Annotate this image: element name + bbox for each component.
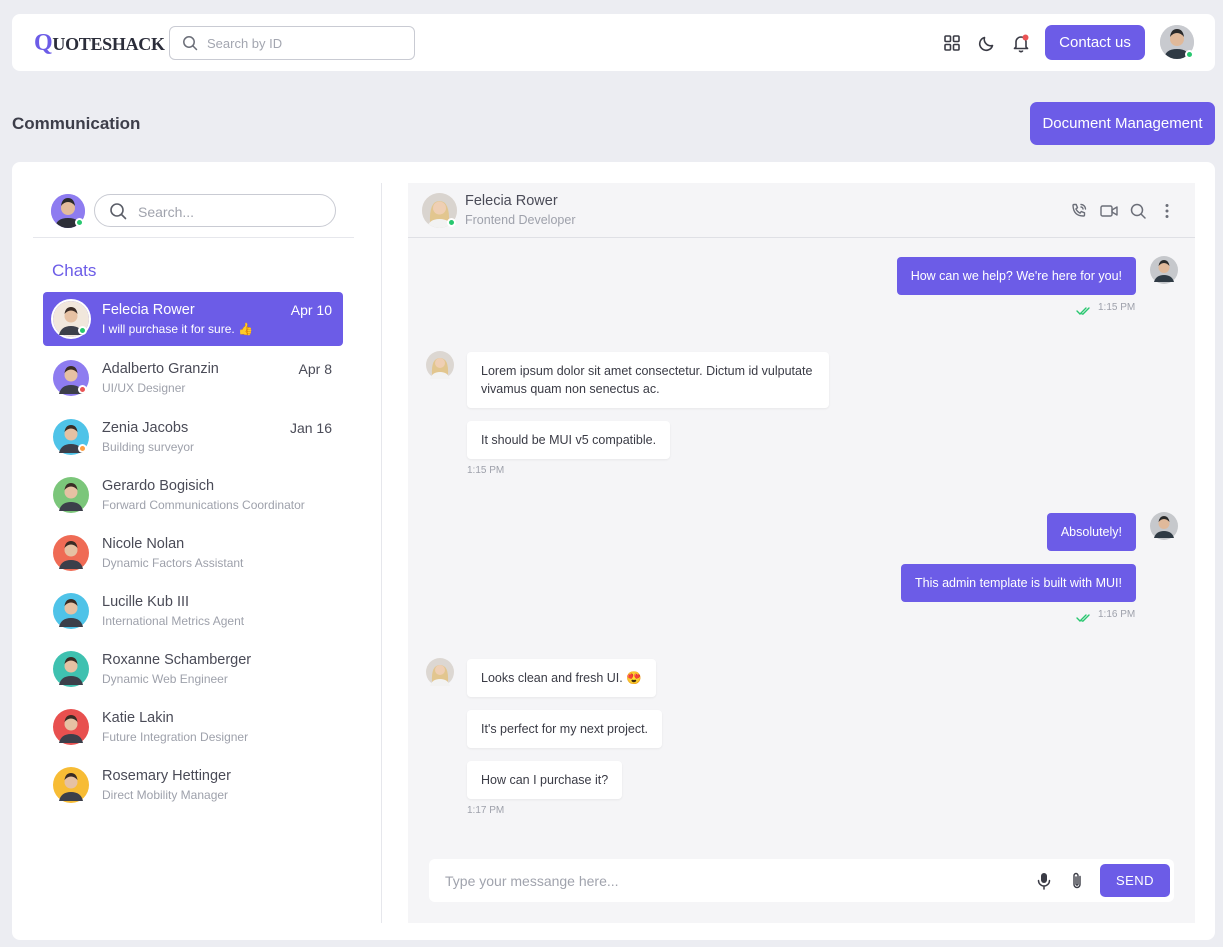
chat-list-item[interactable]: Nicole Nolan Dynamic Factors Assistant	[43, 526, 343, 580]
chat-subtitle: Dynamic Factors Assistant	[102, 556, 244, 570]
chat-subtitle: Building surveyor	[102, 440, 195, 454]
chat-subtitle: UI/UX Designer	[102, 381, 186, 395]
sidebar-user-avatar[interactable]	[51, 194, 85, 228]
chat-list-item[interactable]: Katie Lakin Future Integration Designer	[43, 700, 343, 754]
chat-name: Gerardo Bogisich	[102, 478, 215, 494]
message-incoming: Looks clean and fresh UI. 😍	[467, 659, 656, 697]
chat-list-item[interactable]: Lucille Kub III International Metrics Age…	[43, 584, 343, 638]
chat-avatar	[53, 767, 89, 803]
status-dot	[78, 385, 87, 394]
message-outgoing: This admin template is built with MUI!	[900, 564, 1136, 602]
chat-name: Nicole Nolan	[102, 536, 185, 552]
chat-name: Felecia Rower	[102, 302, 195, 318]
chat-name: Adalberto Granzin	[102, 361, 219, 377]
chat-name: Rosemary Hettinger	[102, 768, 231, 784]
search-icon	[182, 35, 198, 56]
chat-subtitle: Forward Communications Coordinator	[102, 498, 305, 512]
chat-avatar	[53, 593, 89, 629]
chat-list-item[interactable]: Adalberto Granzin UI/UX Designer Apr 8	[43, 351, 343, 405]
paperclip-icon[interactable]	[1066, 870, 1088, 892]
message-avatar-contact	[426, 351, 454, 379]
chat-subtitle: Future Integration Designer	[102, 730, 249, 744]
chat-list-item[interactable]: Rosemary Hettinger Direct Mobility Manage…	[43, 758, 343, 812]
message-avatar-contact	[426, 658, 454, 686]
chat-search-input[interactable]	[136, 203, 326, 221]
message-outgoing: How can we help? We're here for you!	[896, 257, 1136, 295]
chat-name: Zenia Jacobs	[102, 420, 189, 436]
logo[interactable]: QUOTESHACK	[34, 30, 165, 57]
chat-subtitle: Direct Mobility Manager	[102, 788, 229, 802]
bell-icon[interactable]	[1010, 32, 1032, 54]
contact-avatar[interactable]	[422, 193, 457, 228]
chats-heading: Chats	[52, 261, 97, 280]
message-outgoing: Absolutely!	[1046, 513, 1136, 551]
chat-name: Roxanne Schamberger	[102, 652, 252, 668]
message-time: 1:15 PM	[467, 465, 505, 476]
chat-date: Jan 16	[289, 420, 332, 436]
contact-us-button[interactable]: Contact us	[1045, 25, 1145, 60]
message-incoming: Lorem ipsum dolor sit amet consectetur. …	[467, 352, 829, 408]
message-input[interactable]	[443, 872, 1003, 890]
search-by-id-input[interactable]	[205, 35, 405, 52]
mic-icon[interactable]	[1033, 870, 1055, 892]
status-dot	[78, 444, 87, 453]
video-icon[interactable]	[1098, 200, 1120, 222]
search-icon	[109, 202, 127, 225]
document-management-button[interactable]: Document Management	[1030, 102, 1215, 145]
chat-avatar	[53, 477, 89, 513]
page-title: Communication	[12, 114, 141, 133]
chat-subtitle: I will purchase it for sure. 👍	[102, 322, 253, 336]
message-composer	[429, 859, 1174, 902]
more-vertical-icon[interactable]	[1156, 200, 1178, 222]
chat-list-item[interactable]: Roxanne Schamberger Dynamic Web Engineer	[43, 642, 343, 696]
message-time: 1:16 PM	[1098, 609, 1136, 620]
message-time: 1:15 PM	[1098, 302, 1136, 313]
status-dot	[78, 326, 87, 335]
message-incoming: How can I purchase it?	[467, 761, 623, 799]
chat-subtitle: International Metrics Agent	[102, 614, 245, 628]
message-incoming: It's perfect for my next project.	[467, 710, 663, 748]
grid-icon[interactable]	[941, 32, 963, 54]
top-bar: QUOTESHACK Contact us	[12, 14, 1215, 71]
double-check-icon	[1076, 610, 1092, 628]
chat-avatar	[53, 535, 89, 571]
chat-list-item[interactable]: Zenia Jacobs Building surveyor Jan 16	[43, 410, 343, 464]
moon-icon[interactable]	[976, 32, 998, 54]
chat-avatar	[53, 651, 89, 687]
chat-search-field[interactable]	[94, 194, 336, 227]
chat-name: Katie Lakin	[102, 710, 174, 726]
chat-date: Apr 10	[290, 302, 332, 318]
double-check-icon	[1076, 303, 1092, 321]
chat-subtitle: Dynamic Web Engineer	[102, 672, 228, 686]
message-time: 1:17 PM	[467, 805, 505, 816]
chat-date: Apr 8	[298, 361, 332, 377]
message-avatar-self	[1150, 256, 1178, 284]
search-by-id-field[interactable]	[169, 26, 415, 60]
phone-icon[interactable]	[1068, 200, 1090, 222]
search-icon[interactable]	[1127, 200, 1149, 222]
chat-avatar	[53, 709, 89, 745]
message-incoming: It should be MUI v5 compatible.	[467, 421, 671, 459]
chat-list-item[interactable]: Gerardo Bogisich Forward Communications C…	[43, 468, 343, 522]
sidebar-divider	[33, 237, 354, 238]
send-button[interactable]: SEND	[1100, 864, 1170, 897]
chat-list-item[interactable]: Felecia Rower I will purchase it for sure…	[43, 292, 343, 346]
chat-name: Lucille Kub III	[102, 594, 190, 610]
contact-role: Frontend Developer	[465, 213, 576, 227]
panel-divider	[381, 183, 382, 923]
user-avatar[interactable]	[1160, 25, 1194, 59]
contact-name: Felecia Rower	[465, 193, 558, 209]
message-avatar-self	[1150, 512, 1178, 540]
